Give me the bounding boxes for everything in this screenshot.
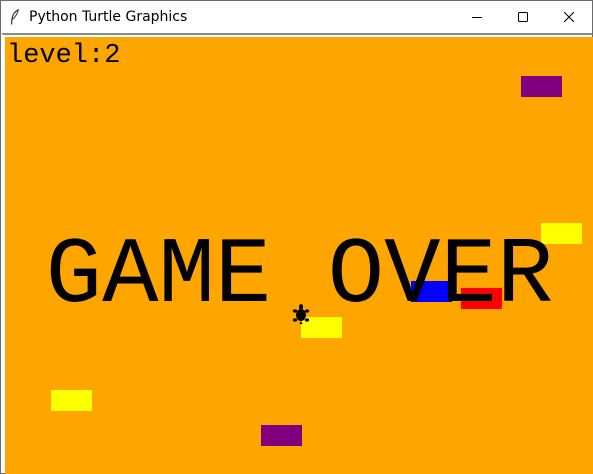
title-bar[interactable]: Python Turtle Graphics — [1, 1, 592, 33]
minimize-icon — [472, 17, 482, 18]
window-controls — [454, 1, 592, 33]
app-window: Python Turtle Graphics level:2 GAME OVER — [0, 0, 593, 474]
obstacle-purple — [521, 76, 562, 97]
level-label: level:2 — [7, 41, 121, 71]
close-button[interactable] — [546, 1, 592, 33]
close-icon — [564, 12, 574, 22]
window-title: Python Turtle Graphics — [29, 9, 188, 25]
feather-icon — [9, 9, 21, 25]
obstacle-purple — [261, 425, 302, 446]
game-canvas[interactable]: level:2 GAME OVER — [5, 37, 593, 474]
maximize-icon — [518, 12, 528, 22]
minimize-button[interactable] — [454, 1, 500, 33]
obstacle-yellow — [51, 390, 92, 411]
turtle-icon — [292, 304, 310, 324]
maximize-button[interactable] — [500, 1, 546, 33]
canvas-frame: level:2 GAME OVER — [1, 33, 593, 474]
